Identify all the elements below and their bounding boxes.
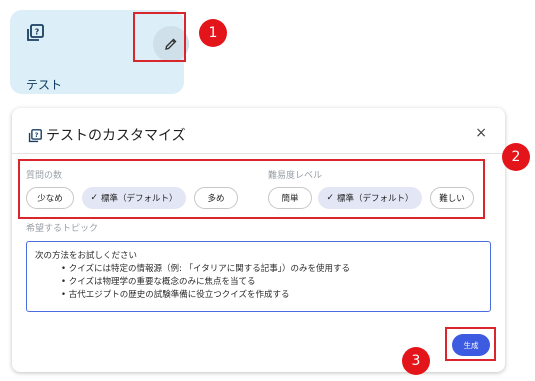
svg-text:?: ? bbox=[35, 132, 39, 139]
divider bbox=[12, 153, 505, 154]
quiz-icon: ? bbox=[28, 129, 42, 143]
annotation-box-1 bbox=[133, 12, 186, 62]
customize-dialog: ? テストのカスタマイズ × 質問の数 少なめ ✓ 標準（デフォルト） 多め 難… bbox=[12, 108, 505, 372]
topic-hint-item: • クイズには特定の情報源（例: 「イタリアに関する記事」）のみを使用する bbox=[61, 264, 350, 274]
annotation-box-2 bbox=[18, 159, 485, 219]
annotation-marker-2: 2 bbox=[502, 143, 530, 171]
topic-hint-item: • 古代エジプトの歴史の試験準備に役立つクイズを作成する bbox=[61, 290, 290, 300]
card-title: テスト bbox=[26, 78, 63, 92]
topic-hint-heading: 次の方法をお試しください bbox=[35, 251, 138, 261]
topic-input[interactable]: 次の方法をお試しください • クイズには特定の情報源（例: 「イタリアに関する記… bbox=[26, 241, 491, 312]
annotation-marker-1: 1 bbox=[199, 19, 227, 47]
topic-label: 希望するトピック bbox=[26, 224, 99, 234]
svg-text:?: ? bbox=[35, 28, 40, 37]
annotation-marker-3: 3 bbox=[402, 347, 430, 375]
topic-hint-item: • クイズは物理学の重要な概念のみに焦点を当てる bbox=[61, 277, 256, 287]
dialog-title: テストのカスタマイズ bbox=[46, 128, 186, 144]
quiz-icon: ? bbox=[27, 24, 44, 41]
annotation-box-3 bbox=[445, 327, 496, 361]
close-icon[interactable]: × bbox=[475, 125, 487, 141]
